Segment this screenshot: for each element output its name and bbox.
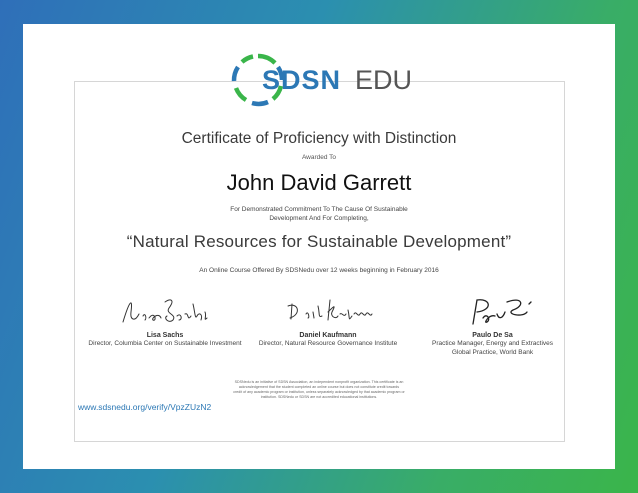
recipient-name: John David Garrett (226, 170, 412, 195)
commitment-line-2: Development And For Completing, (269, 215, 369, 222)
signatory-paulo-de-sa: Paulo De Sa Practice Manager, Energy and… (410, 292, 575, 357)
signatory-role: Director, Columbia Center on Sustainable… (88, 340, 242, 347)
course-title: “Natural Resources for Sustainable Devel… (126, 232, 512, 251)
disclaimer-text: SDSNedu is an initiative of SDSN Associa… (200, 380, 438, 400)
verify-link[interactable]: www.sdsnedu.org/verify/VpzZUzN2 (78, 402, 211, 412)
awarded-to-label: Awarded To (301, 154, 337, 161)
signatory-role: Director, Natural Resource Governance In… (258, 340, 398, 347)
sdsn-edu-logo: SDSN EDU (228, 50, 418, 110)
signatory-lisa-sachs: Lisa Sachs Director, Columbia Center on … (70, 292, 260, 348)
logo-edu-text: EDU (355, 65, 413, 95)
signatory-name: Paulo De Sa (472, 332, 513, 339)
certificate-title: Certificate of Proficiency with Distinct… (181, 130, 457, 147)
commitment-text: For Demonstrated Commitment To The Cause… (0, 205, 638, 223)
disclaimer-line: institution. SDSNedu or SDSN are not acc… (260, 395, 378, 399)
signatory-daniel-kaufmann: Daniel Kaufmann Director, Natural Resour… (238, 292, 418, 348)
signatory-name: Lisa Sachs (146, 332, 184, 339)
signature-image (471, 299, 532, 325)
logo-sdsn-text: SDSN (262, 65, 342, 95)
course-offered-text: An Online Course Offered By SDSNedu over… (199, 267, 439, 274)
signature-image (287, 299, 373, 321)
signatory-role-line-2: Global Practice, World Bank (451, 349, 534, 356)
signature-image (122, 299, 208, 323)
signatory-name: Daniel Kaufmann (299, 332, 357, 339)
commitment-line-1: For Demonstrated Commitment To The Cause… (230, 206, 408, 213)
signatory-role-line-1: Practice Manager, Energy and Extractives (431, 340, 554, 347)
